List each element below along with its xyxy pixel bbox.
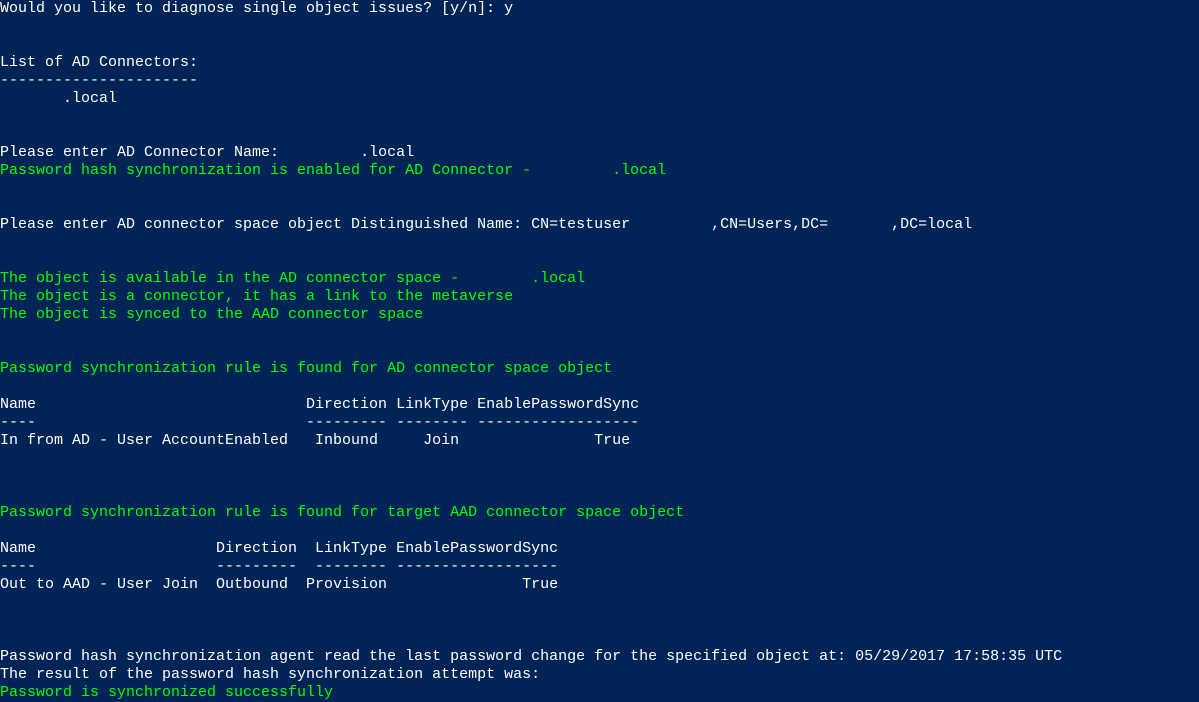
connector-prompt-value[interactable]: .local	[360, 144, 414, 161]
object-status-line2: The object is a connector, it has a link…	[0, 288, 513, 305]
rule1-header: Password synchronization rule is found f…	[0, 360, 612, 377]
success-status: Password is synchronized successfully	[0, 684, 333, 701]
phs-enabled-status: Password hash synchronization is enabled…	[0, 162, 666, 179]
rule2-separator: ---- --------- -------- ----------------…	[0, 558, 558, 575]
rule1-row: In from AD - User AccountEnabled Inbound…	[0, 432, 630, 449]
connector-item: .local	[63, 90, 117, 107]
connector-item-prefix	[0, 90, 63, 107]
rule2-row: Out to AAD - User Join Outbound Provisio…	[0, 576, 558, 593]
result-label: The result of the password hash synchron…	[0, 666, 540, 683]
rule1-columns: Name Direction LinkType EnablePasswordSy…	[0, 396, 639, 413]
terminal-output: Would you like to diagnose single object…	[0, 0, 1199, 702]
object-status-line3: The object is synced to the AAD connecto…	[0, 306, 423, 323]
agent-read-line: Password hash synchronization agent read…	[0, 648, 1062, 665]
prompt-question: Would you like to diagnose single object…	[0, 0, 504, 17]
rule1-separator: ---- --------- -------- ----------------…	[0, 414, 639, 431]
connectors-header: List of AD Connectors:	[0, 54, 198, 71]
dn-prompt-label: Please enter AD connector space object D…	[0, 216, 531, 233]
dn-prompt-value[interactable]: CN=testuser ,CN=Users,DC= ,DC=local	[531, 216, 972, 233]
object-status-line1: The object is available in the AD connec…	[0, 270, 585, 287]
rule2-columns: Name Direction LinkType EnablePasswordSy…	[0, 540, 558, 557]
rule2-header: Password synchronization rule is found f…	[0, 504, 684, 521]
connectors-underline: ----------------------	[0, 72, 198, 89]
connector-prompt-label: Please enter AD Connector Name:	[0, 144, 360, 161]
prompt-answer[interactable]: y	[504, 0, 513, 17]
